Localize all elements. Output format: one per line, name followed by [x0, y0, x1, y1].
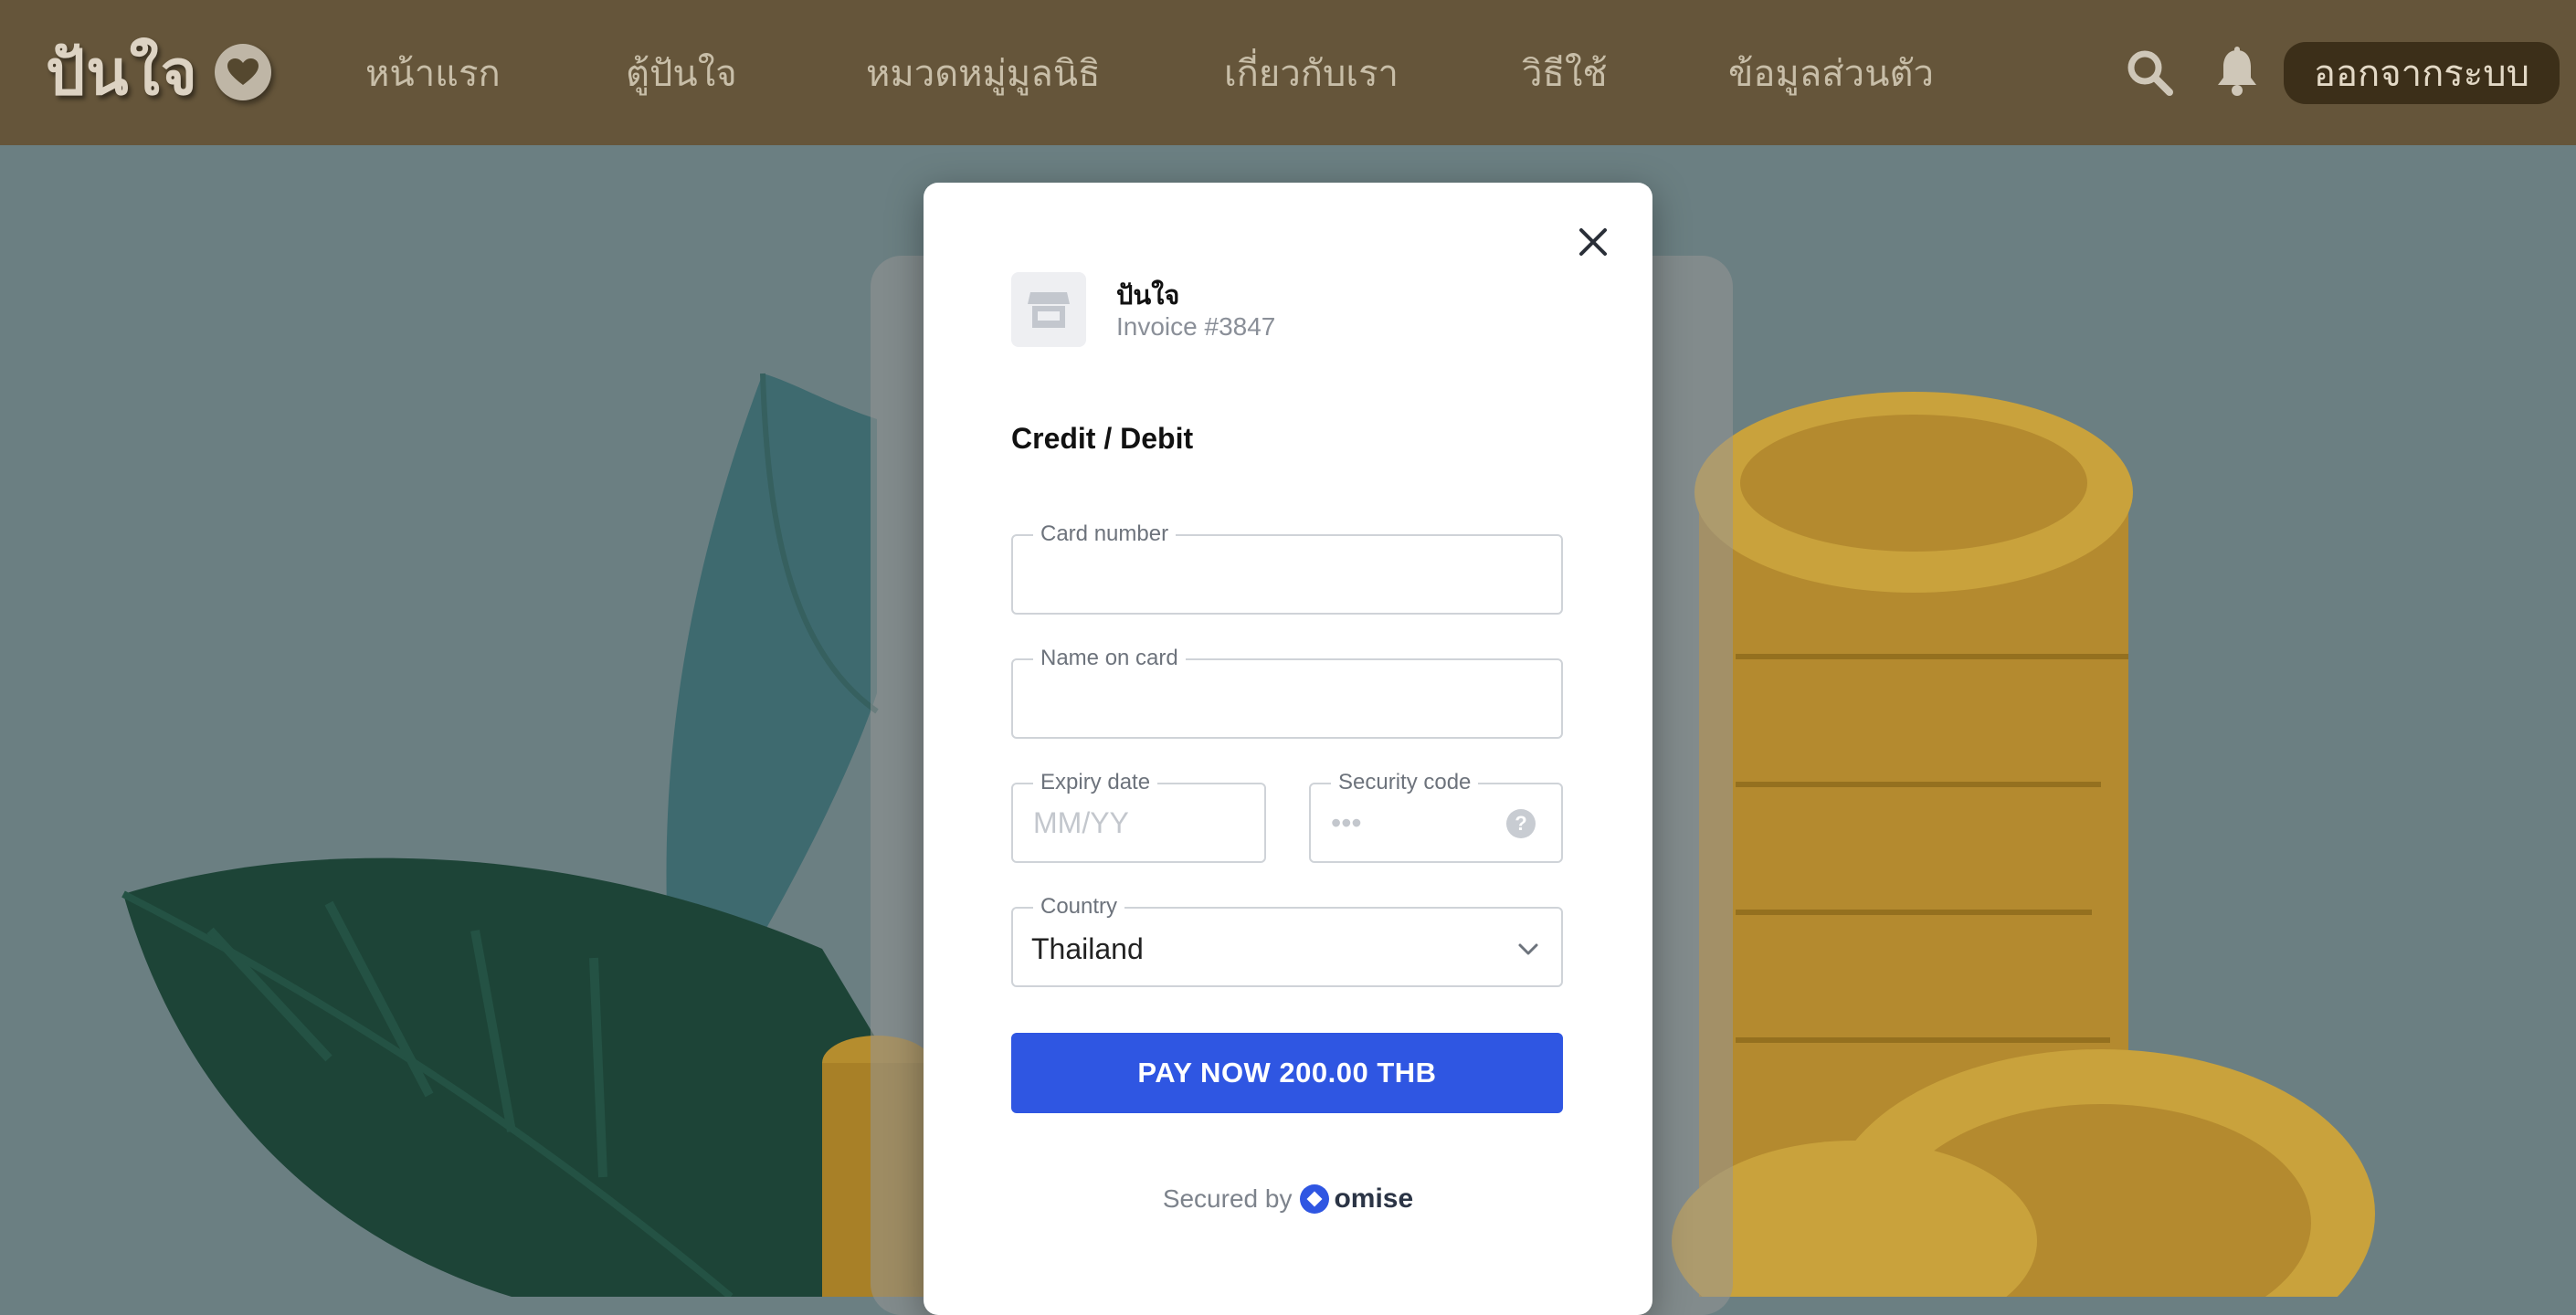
bell-icon[interactable] [2207, 42, 2267, 102]
help-icon[interactable]: ? [1506, 809, 1536, 838]
provider-name: omise [1334, 1184, 1414, 1214]
merchant-name: ปันใจ [1116, 279, 1180, 310]
card-number-input[interactable] [1033, 536, 1541, 613]
name-on-card-input[interactable] [1033, 660, 1541, 737]
nav-foundation-categories[interactable]: หมวดหมู่มูลนิธิ [866, 44, 1101, 102]
top-navbar: ปันใจ หน้าแรก ตู้ปันใจ หมวดหมู่มูลนิธิ เ… [0, 0, 2576, 145]
nav-about[interactable]: เกี่ยวกับเรา [1224, 44, 1399, 102]
store-icon [1011, 272, 1086, 347]
payment-modal: ปันใจ Invoice #3847 Credit / Debit Card … [924, 183, 1652, 1315]
omise-logo-icon [1300, 1184, 1330, 1214]
payment-method-title: Credit / Debit [1011, 422, 1194, 455]
brand-name: ปันใจ [46, 37, 198, 110]
secured-by-footer: Secured by omise [924, 1184, 1652, 1215]
nav-how-to[interactable]: วิธีใช้ [1522, 44, 1608, 102]
nav-donation-box[interactable]: ตู้ปันใจ [626, 44, 737, 102]
nav-profile[interactable]: ข้อมูลส่วนตัว [1728, 44, 1934, 102]
chevron-down-icon [1518, 943, 1538, 955]
expiry-date-field[interactable]: Expiry date [1011, 771, 1266, 863]
logout-button[interactable]: ออกจากระบบ [2284, 42, 2560, 104]
country-value: Thailand [1031, 932, 1144, 965]
name-on-card-field[interactable]: Name on card [1011, 647, 1563, 739]
security-code-field[interactable]: Security code ? [1309, 771, 1563, 863]
brand-logo[interactable]: ปันใจ [46, 31, 271, 113]
heart-icon [214, 44, 271, 100]
close-icon[interactable] [1570, 219, 1616, 265]
nav-home[interactable]: หน้าแรก [365, 44, 501, 102]
country-select[interactable]: Country Thailand [1011, 895, 1563, 987]
invoice-number: Invoice #3847 [1116, 312, 1276, 341]
security-code-input[interactable] [1331, 784, 1488, 861]
secured-by-text: Secured by [1162, 1184, 1293, 1213]
search-icon[interactable] [2119, 42, 2180, 102]
pay-now-button[interactable]: PAY NOW 200.00 THB [1011, 1033, 1563, 1113]
country-label: Country [1033, 895, 1125, 919]
card-number-field[interactable]: Card number [1011, 522, 1563, 615]
expiry-date-input[interactable] [1033, 784, 1244, 861]
